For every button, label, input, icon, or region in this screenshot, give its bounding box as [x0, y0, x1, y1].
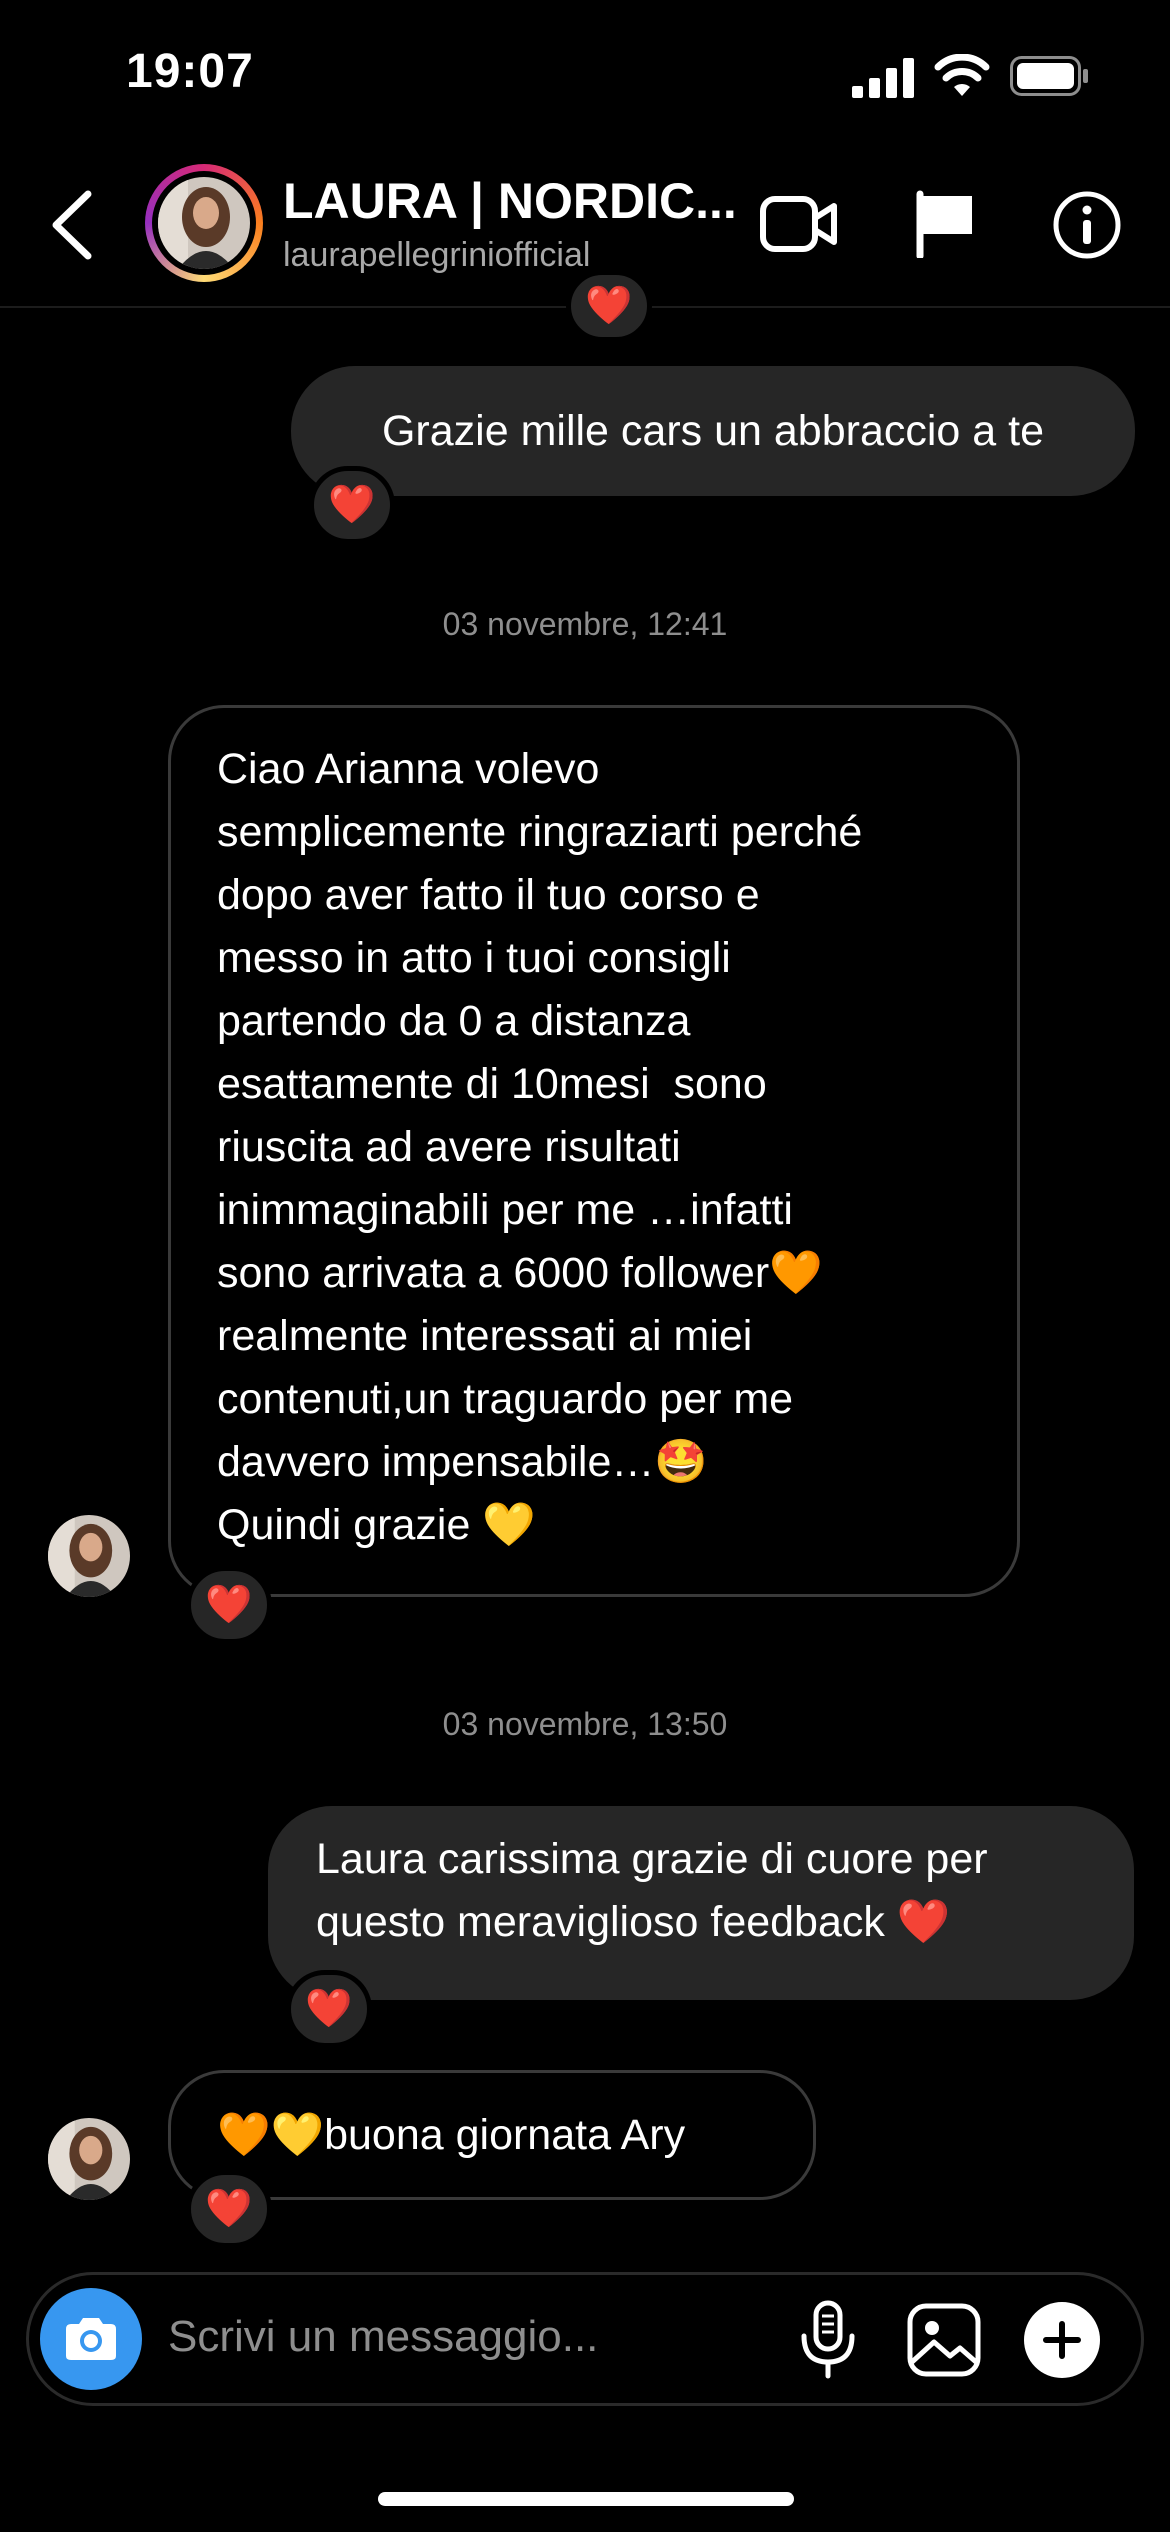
camera-icon — [66, 2318, 116, 2360]
message-text: Laura carissima grazie di cuore per ques… — [316, 1835, 988, 1946]
microphone-icon[interactable] — [798, 2300, 858, 2380]
home-indicator — [378, 2492, 794, 2506]
outgoing-message[interactable]: Laura carissima grazie di cuore per ques… — [268, 1806, 1134, 2000]
plus-icon — [1043, 2321, 1081, 2359]
outgoing-message[interactable]: Grazie mille cars un abbraccio a te — [291, 366, 1135, 496]
back-icon[interactable] — [48, 190, 94, 260]
gallery-icon[interactable] — [906, 2302, 982, 2378]
video-call-icon[interactable] — [760, 194, 838, 254]
message-input[interactable]: Scrivi un messaggio... — [168, 2312, 598, 2362]
reaction-badge[interactable]: ❤️ — [566, 270, 652, 342]
incoming-message[interactable]: Ciao Arianna volevo semplicemente ringra… — [168, 705, 1020, 1597]
chat-username[interactable]: laurapellegriniofficial — [283, 236, 590, 275]
status-time: 19:07 — [126, 45, 254, 98]
info-icon[interactable] — [1052, 190, 1122, 260]
wifi-icon — [934, 54, 990, 96]
timestamp: 03 novembre, 12:41 — [442, 606, 728, 642]
sender-avatar[interactable] — [48, 2118, 130, 2200]
reaction-badge[interactable]: ❤️ — [186, 2170, 272, 2248]
camera-button[interactable] — [40, 2288, 142, 2390]
reaction-badge[interactable]: ❤️ — [309, 466, 395, 544]
battery-icon — [1010, 56, 1088, 96]
message-text: 🧡💛buona giornata Ary — [217, 2110, 686, 2159]
reaction-badge[interactable]: ❤️ — [286, 1970, 372, 2048]
avatar[interactable] — [158, 177, 250, 269]
message-text: Grazie mille cars un abbraccio a te — [381, 406, 1044, 455]
flag-icon[interactable] — [914, 190, 976, 258]
chat-title[interactable]: LAURA | NORDIC... — [283, 172, 737, 230]
signal-icon — [852, 58, 914, 98]
incoming-message[interactable]: 🧡💛buona giornata Ary — [168, 2070, 816, 2200]
timestamp: 03 novembre, 13:50 — [442, 1706, 728, 1742]
plus-button[interactable] — [1024, 2302, 1100, 2378]
reaction-badge[interactable]: ❤️ — [186, 1566, 272, 1644]
sender-avatar[interactable] — [48, 1515, 130, 1597]
